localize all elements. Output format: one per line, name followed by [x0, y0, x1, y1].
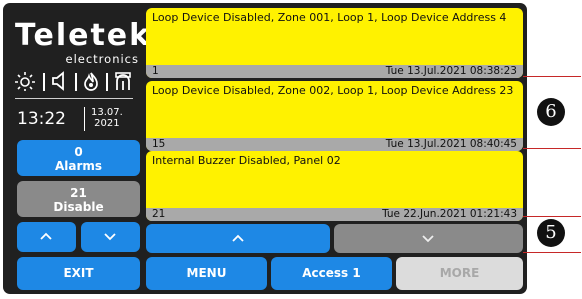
event-timestamp: Tue 22.Jun.2021 01:21:43 [382, 208, 517, 220]
menu-button[interactable]: MENU [146, 257, 267, 290]
clock-date-bottom: 2021 [94, 118, 120, 129]
clock-time: 13:22 [17, 109, 66, 129]
event-message: Loop Device Disabled, Zone 001, Loop 1, … [152, 11, 507, 24]
icon-separator [43, 73, 45, 91]
clock-date-top: 13.07. [91, 107, 123, 118]
sun-icon [15, 72, 35, 91]
divider [15, 98, 133, 99]
callout-line [523, 216, 581, 217]
event-timestamp: Tue 13.Jul.2021 08:38:23 [385, 65, 517, 77]
chevron-down-icon [104, 233, 116, 241]
callout-badge-6: 6 [537, 98, 565, 126]
brand-logo: Teletek [15, 18, 152, 53]
status-icons [13, 71, 135, 93]
event-footer: 15 Tue 13.Jul.2021 08:40:45 [146, 138, 523, 151]
event-footer: 1 Tue 13.Jul.2021 08:38:23 [146, 65, 523, 78]
alarms-label: Alarms [54, 159, 103, 173]
alarms-count: 0 [74, 145, 83, 159]
sidebar: Teletek electronics 13:22 13.07. 2021 0 … [3, 3, 152, 294]
brand-subtitle: electronics [65, 52, 139, 66]
clock-divider [84, 107, 85, 131]
list-scroll-up-button[interactable] [146, 224, 330, 253]
event-timestamp: Tue 13.Jul.2021 08:40:45 [385, 138, 517, 150]
panel-screen: Teletek electronics 13:22 13.07. 2021 0 … [3, 3, 527, 294]
event-number: 1 [152, 65, 159, 77]
icon-separator [75, 73, 77, 91]
sidebar-down-button[interactable] [81, 222, 140, 252]
event-card[interactable]: Loop Device Disabled, Zone 001, Loop 1, … [146, 8, 523, 78]
disable-label: Disable [53, 200, 104, 214]
chevron-up-icon [232, 234, 244, 242]
sidebar-up-button[interactable] [17, 222, 76, 252]
speaker-icon [52, 71, 64, 91]
more-button[interactable]: MORE [396, 257, 523, 290]
alarms-button[interactable]: 0 Alarms [17, 140, 140, 176]
fire-icon [84, 72, 98, 91]
event-number: 21 [152, 208, 166, 220]
chevron-down-icon [422, 235, 434, 243]
list-scroll-down-button[interactable] [334, 224, 523, 253]
callout-line [523, 148, 581, 149]
alarm-tower-icon [115, 72, 131, 90]
event-card[interactable]: Internal Buzzer Disabled, Panel 02 21 Tu… [146, 151, 523, 221]
event-number: 15 [152, 138, 166, 150]
access-level-button[interactable]: Access 1 [271, 257, 392, 290]
clock-date: 13.07. 2021 [91, 107, 123, 129]
event-message: Internal Buzzer Disabled, Panel 02 [152, 154, 341, 167]
chevron-up-icon [40, 232, 52, 240]
callout-line [523, 252, 581, 253]
disable-button[interactable]: 21 Disable [17, 181, 140, 217]
icon-separator [106, 73, 108, 91]
exit-button[interactable]: EXIT [17, 257, 140, 290]
callout-line [523, 76, 581, 77]
event-message: Loop Device Disabled, Zone 002, Loop 1, … [152, 84, 514, 97]
event-footer: 21 Tue 22.Jun.2021 01:21:43 [146, 208, 523, 221]
event-card[interactable]: Loop Device Disabled, Zone 002, Loop 1, … [146, 81, 523, 151]
disable-count: 21 [70, 186, 87, 200]
callout-badge-5: 5 [537, 219, 565, 247]
